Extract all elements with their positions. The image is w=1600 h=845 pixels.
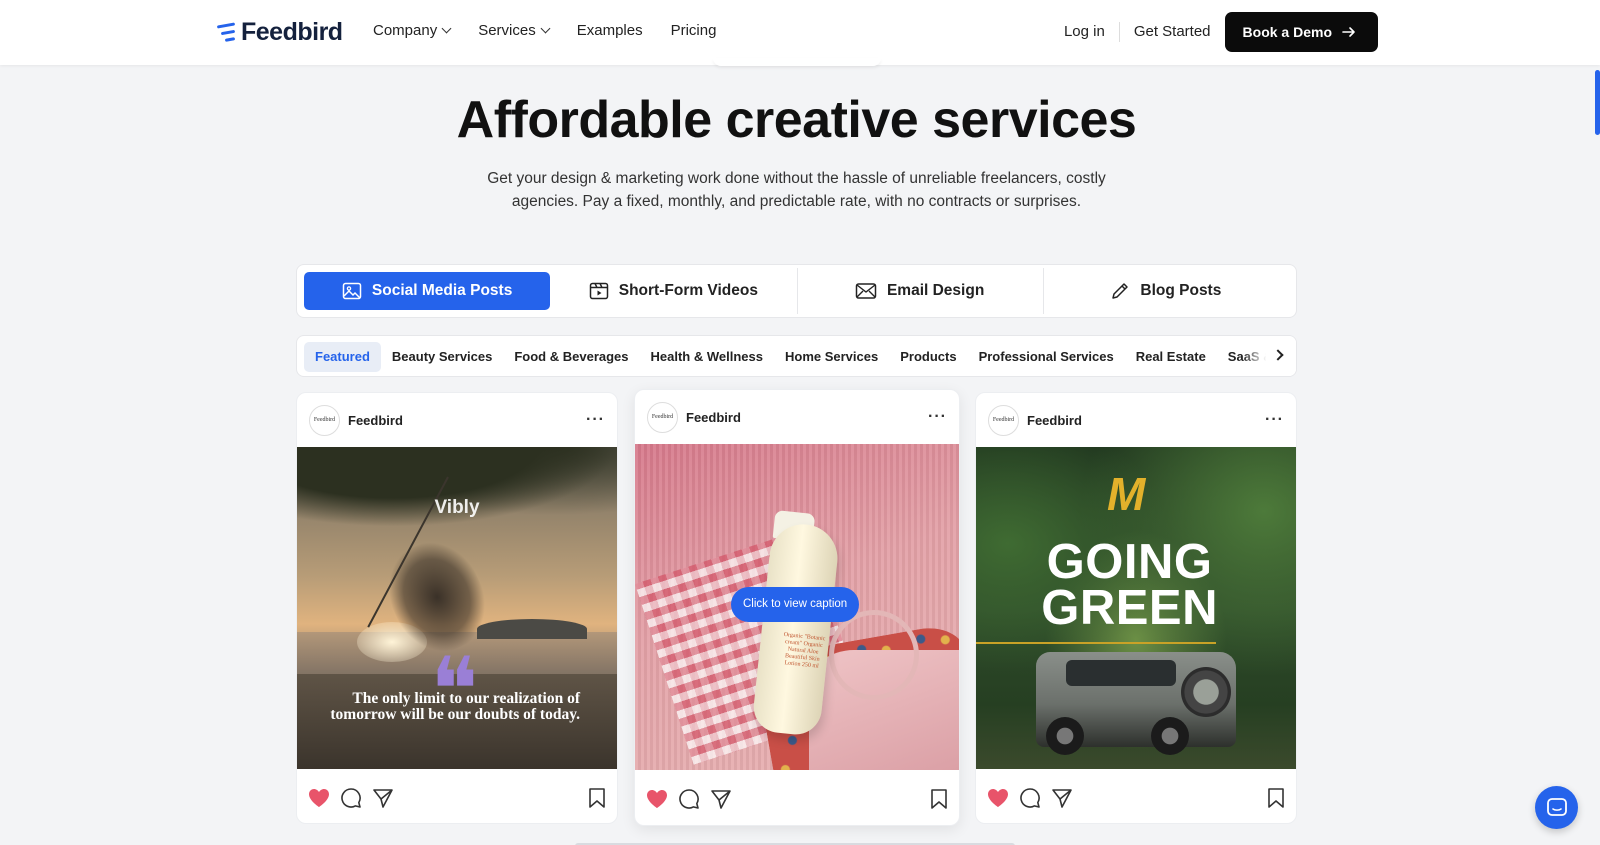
chevron-down-icon <box>441 23 452 34</box>
more-options-icon[interactable]: ··· <box>1265 411 1284 429</box>
category-health-wellness[interactable]: Health & Wellness <box>640 342 774 372</box>
post-actions <box>297 769 617 823</box>
avatar[interactable]: Feedbird <box>647 401 678 433</box>
comment-icon[interactable] <box>678 788 700 810</box>
chat-launcher-button[interactable] <box>1535 786 1578 829</box>
view-caption-button[interactable]: Click to view caption <box>731 587 860 622</box>
arrow-right-icon <box>1342 27 1355 37</box>
post-account-name[interactable]: Feedbird <box>1027 413 1257 428</box>
bookmark-icon[interactable] <box>588 787 606 809</box>
page-title: Affordable creative services <box>456 91 1137 149</box>
post-image[interactable]: Vibly ❝ The only limit to our realizatio… <box>297 447 617 769</box>
post-card: Feedbird Feedbird ··· Organic "Botanic c… <box>634 389 960 826</box>
image-brand-text: Vibly <box>434 497 480 518</box>
avatar[interactable]: Feedbird <box>309 404 340 436</box>
image-quote-text: The only limit to our realization of tom… <box>330 690 580 723</box>
category-filter: Featured Beauty Services Food & Beverage… <box>296 335 1297 377</box>
tab-short-form-videos[interactable]: Short-Form Videos <box>550 272 796 310</box>
post-card: Feedbird Feedbird ··· M GOING GREEN <box>975 392 1297 824</box>
pencil-icon <box>1112 283 1129 299</box>
get-started-link[interactable]: Get Started <box>1120 12 1225 52</box>
book-demo-button[interactable]: Book a Demo <box>1224 12 1378 52</box>
nav-examples[interactable]: Examples <box>577 22 643 39</box>
share-icon[interactable] <box>372 787 394 809</box>
image-headline-text: GOING GREEN <box>1041 535 1218 635</box>
hero-subtitle: Get your design & marketing work done wi… <box>487 170 1106 210</box>
nav-services[interactable]: Services <box>478 22 551 39</box>
avatar[interactable]: Feedbird <box>988 404 1019 436</box>
image-icon <box>342 282 362 300</box>
chevron-down-icon <box>540 23 551 34</box>
post-account-name[interactable]: Feedbird <box>686 410 920 425</box>
nav-company[interactable]: Company <box>373 22 452 39</box>
tab-blog-posts[interactable]: Blog Posts <box>1042 268 1289 314</box>
nav-actions: Log in Get Started Book a Demo <box>1050 12 1378 52</box>
tab-social-media-posts[interactable]: Social Media Posts <box>304 272 551 310</box>
category-products[interactable]: Products <box>889 342 967 372</box>
brand-name: Feedbird <box>241 18 343 46</box>
bookmark-icon[interactable] <box>930 788 948 810</box>
book-demo-label: Book a Demo <box>1242 24 1332 40</box>
post-header: Feedbird Feedbird ··· <box>976 393 1296 447</box>
nav-pricing[interactable]: Pricing <box>671 22 717 39</box>
category-featured[interactable]: Featured <box>304 342 381 372</box>
post-image[interactable]: Organic "Botanic cream" Organic Natural … <box>635 444 959 770</box>
tab-label: Short-Form Videos <box>618 282 758 299</box>
mail-icon <box>855 283 877 299</box>
comment-icon[interactable] <box>340 787 362 809</box>
post-header: Feedbird Feedbird ··· <box>297 393 617 447</box>
more-options-icon[interactable]: ··· <box>586 411 605 429</box>
share-icon[interactable] <box>1051 787 1073 809</box>
post-account-name[interactable]: Feedbird <box>348 413 578 428</box>
tab-label: Email Design <box>886 282 985 299</box>
image-logo-text: M <box>1107 468 1145 520</box>
category-food-beverages[interactable]: Food & Beverages <box>503 342 639 372</box>
comment-icon[interactable] <box>1019 787 1041 809</box>
share-icon[interactable] <box>710 788 732 810</box>
bookmark-icon[interactable] <box>1267 787 1285 809</box>
feedbird-logo[interactable]: Feedbird <box>215 18 343 47</box>
post-actions <box>635 770 959 825</box>
login-link[interactable]: Log in <box>1050 12 1119 52</box>
more-options-icon[interactable]: ··· <box>928 408 947 426</box>
category-home-services[interactable]: Home Services <box>774 342 889 372</box>
top-nav: Feedbird Company Services Examples Prici… <box>0 0 1600 65</box>
bottle-label-text: Organic "Botanic cream" Organic Natural … <box>783 631 826 670</box>
category-real-estate[interactable]: Real Estate <box>1125 342 1217 372</box>
post-actions <box>976 769 1296 823</box>
tab-email-design[interactable]: Email Design <box>796 268 1043 314</box>
heart-icon[interactable] <box>987 788 1009 808</box>
chat-icon <box>1546 797 1567 816</box>
tab-label: Social Media Posts <box>371 282 513 299</box>
video-icon <box>589 282 608 300</box>
scrollbar-thumb[interactable] <box>1595 70 1600 135</box>
category-professional-services[interactable]: Professional Services <box>968 342 1125 372</box>
nav-links: Company Services Examples Pricing <box>373 22 716 39</box>
nav-notch <box>713 58 881 66</box>
tab-label: Blog Posts <box>1140 282 1222 299</box>
service-tabs: Social Media Posts Short-Form Videos Ema… <box>296 264 1297 318</box>
feedbird-logo-mark-icon <box>215 21 237 44</box>
heart-icon[interactable] <box>646 789 668 809</box>
category-beauty-services[interactable]: Beauty Services <box>381 342 503 372</box>
post-image[interactable]: M GOING GREEN <box>976 447 1296 769</box>
category-fade <box>1242 336 1296 376</box>
post-header: Feedbird Feedbird ··· <box>635 390 959 444</box>
heart-icon[interactable] <box>308 788 330 808</box>
post-card: Feedbird Feedbird ··· Vibly ❝ The only l… <box>296 392 618 824</box>
